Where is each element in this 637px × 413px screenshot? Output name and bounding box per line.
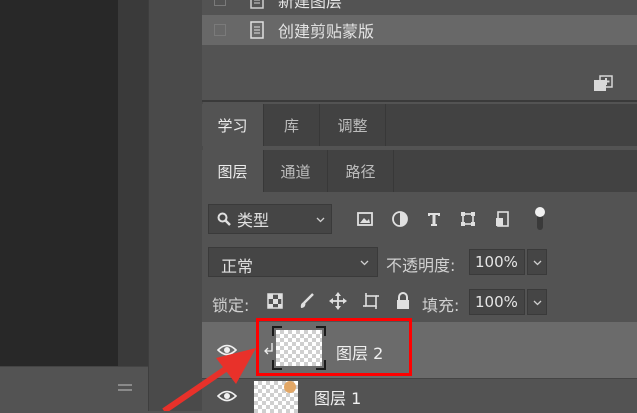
opacity-dropdown[interactable] xyxy=(527,249,547,275)
history-checkbox[interactable] xyxy=(214,0,226,6)
fill-dropdown[interactable] xyxy=(527,289,547,315)
panel-menu-icon[interactable] xyxy=(118,384,132,396)
canvas-gutter xyxy=(118,0,148,366)
search-icon xyxy=(217,212,231,226)
blend-mode-select[interactable]: 正常 xyxy=(208,247,378,277)
fill-input[interactable]: 100% xyxy=(469,289,525,315)
filter-kind-label: 类型 xyxy=(237,211,270,230)
tab-libraries[interactable]: 库 xyxy=(264,104,320,146)
opacity-input[interactable]: 100% xyxy=(469,249,525,275)
layer-kind-filter[interactable]: 类型 xyxy=(208,204,332,234)
history-item[interactable]: 新建图层 xyxy=(202,0,637,15)
chevron-down-icon xyxy=(533,260,542,266)
annotation-highlight-box xyxy=(256,318,412,376)
smart-object-filter-icon[interactable] xyxy=(494,210,512,228)
tab-adjustments[interactable]: 调整 xyxy=(320,104,386,146)
lock-transparent-icon[interactable] xyxy=(266,292,284,310)
lock-all-icon[interactable] xyxy=(394,292,412,310)
document-icon xyxy=(250,0,264,9)
history-item-selected[interactable]: 创建剪贴蒙版 xyxy=(202,15,637,45)
chevron-down-icon xyxy=(316,217,325,223)
fill-label: 填充: xyxy=(422,296,460,315)
history-panel: 新建图层 创建剪贴蒙版 xyxy=(202,0,637,102)
type-filter-icon[interactable] xyxy=(425,210,443,228)
learn-library-tabs: 学习 库 调整 xyxy=(202,104,637,146)
opacity-label: 不透明度: xyxy=(386,256,456,275)
layer-thumbnail-content xyxy=(284,381,296,393)
history-item-label: 新建图层 xyxy=(278,0,343,11)
blend-mode-value: 正常 xyxy=(221,257,254,276)
new-snapshot-icon[interactable] xyxy=(592,74,614,94)
tab-channels[interactable]: 通道 xyxy=(264,150,328,192)
document-icon xyxy=(250,21,264,39)
adjustment-filter-icon[interactable] xyxy=(391,210,409,228)
history-item-label: 创建剪贴蒙版 xyxy=(278,22,375,41)
canvas-area[interactable] xyxy=(0,0,118,366)
chevron-down-icon xyxy=(360,260,369,266)
lock-position-icon[interactable] xyxy=(329,292,347,310)
filter-toggle-icon[interactable] xyxy=(532,204,548,232)
tab-paths[interactable]: 路径 xyxy=(328,150,394,192)
annotation-arrow-icon xyxy=(162,348,256,411)
lock-label: 锁定: xyxy=(212,296,250,315)
chevron-down-icon xyxy=(533,300,542,306)
layer-name[interactable]: 图层 1 xyxy=(314,385,361,409)
shape-filter-icon[interactable] xyxy=(459,210,477,228)
layers-panel-tabs: 图层 通道 路径 xyxy=(202,150,637,192)
history-checkbox[interactable] xyxy=(214,24,226,36)
lock-artboard-icon[interactable] xyxy=(362,292,380,310)
lock-image-icon[interactable] xyxy=(298,292,316,310)
tab-learn[interactable]: 学习 xyxy=(202,104,264,146)
tab-layers[interactable]: 图层 xyxy=(202,150,264,192)
image-filter-icon[interactable] xyxy=(356,210,374,228)
